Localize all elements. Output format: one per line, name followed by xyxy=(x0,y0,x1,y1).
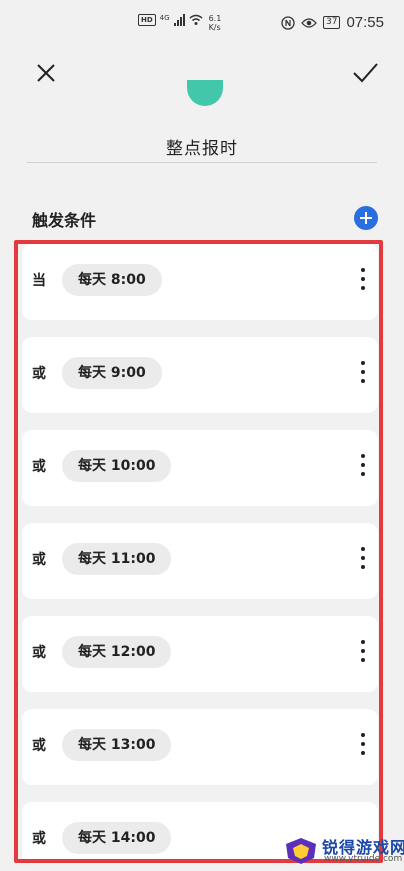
hd-icon: HD xyxy=(138,14,156,26)
close-icon xyxy=(37,64,55,82)
status-right-icons: 37 07:55 xyxy=(281,14,384,31)
close-button[interactable] xyxy=(31,58,61,88)
status-bar: HD 4G 6.1 K/s 37 07:55 xyxy=(0,0,404,44)
speed-unit: K/s xyxy=(208,23,221,32)
check-icon xyxy=(353,63,378,83)
nfc-icon xyxy=(281,15,295,30)
status-time: 07:55 xyxy=(346,14,384,31)
network-speed: 6.1 K/s xyxy=(209,14,222,32)
confirm-button[interactable] xyxy=(350,58,380,88)
eye-icon xyxy=(301,17,317,28)
title-underline xyxy=(27,162,377,163)
brand-logo-icon xyxy=(286,838,316,864)
signal-icon xyxy=(173,14,185,26)
trigger-section-label: 触发条件 xyxy=(32,211,97,230)
watermark-url: www.ytruide.com xyxy=(324,854,403,864)
watermark: 锐得游戏网 www.ytruide.com xyxy=(282,832,404,870)
scene-icon[interactable] xyxy=(187,80,223,106)
speed-value: 6.1 xyxy=(208,14,222,23)
battery-icon: 37 xyxy=(323,16,341,29)
page-title[interactable]: 整点报时 xyxy=(0,134,404,159)
wifi-icon xyxy=(189,14,203,25)
network-type: 4G xyxy=(159,14,170,22)
add-trigger-button[interactable] xyxy=(354,206,378,230)
status-left-icons: HD 4G 6.1 K/s xyxy=(138,14,221,32)
highlight-frame xyxy=(14,240,383,863)
